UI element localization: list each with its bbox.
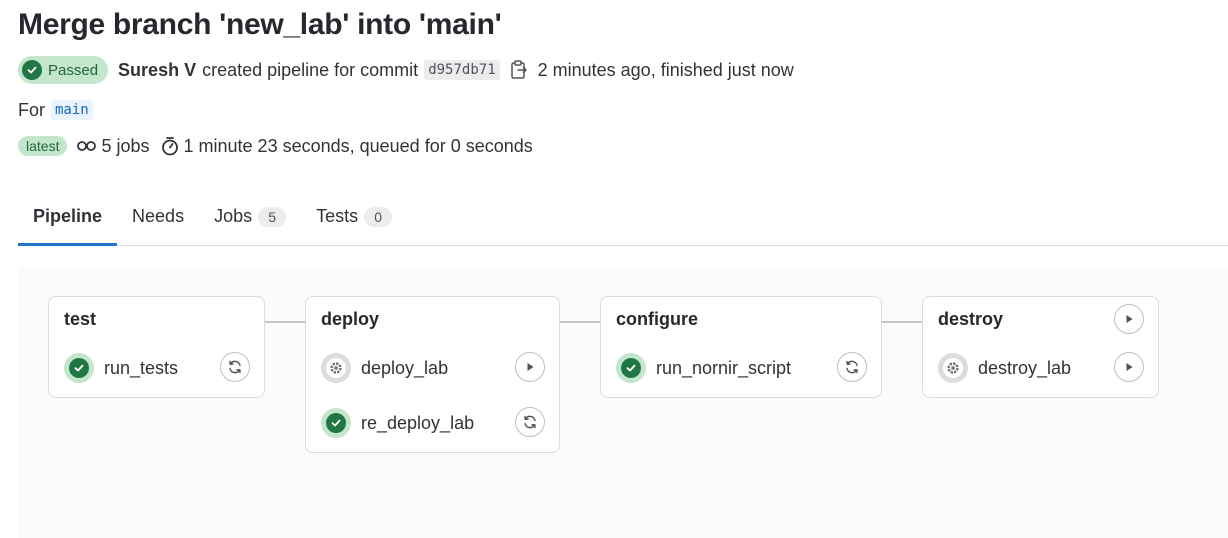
job-name: destroy_lab [978, 357, 1072, 378]
job-run-tests[interactable]: run_tests [64, 352, 178, 384]
gear-icon [938, 353, 968, 383]
time-text: 2 minutes ago, finished just now [537, 59, 794, 80]
pipeline-meta: Passed Suresh V created pipeline for com… [18, 56, 794, 84]
stage-deploy: deploy deploy_lab re_deploy_lab [305, 296, 560, 453]
copy-clipboard-icon[interactable] [510, 60, 528, 80]
stage-destroy: destroy destroy_lab [922, 296, 1159, 398]
status-badge-label: Passed [48, 61, 99, 79]
commit-sha-link[interactable]: d957db71 [424, 60, 500, 80]
tab-tests[interactable]: Tests 0 [301, 188, 407, 245]
stage-connector [560, 321, 600, 323]
page-title: Merge branch 'new_lab' into 'main' [18, 8, 502, 41]
job-deploy-lab[interactable]: deploy_lab [321, 352, 448, 384]
duration-text: 1 minute 23 seconds, queued for 0 second… [183, 135, 533, 156]
pipeline-info: latest 5 jobs 1 minute 23 seconds, queue… [18, 134, 543, 158]
created-text: created pipeline for commit [202, 59, 419, 80]
ref-link[interactable]: main [51, 100, 93, 120]
pipeline-tabs: Pipeline Needs Jobs 5 Tests 0 [18, 188, 1228, 246]
job-name: run_tests [104, 357, 179, 378]
stage-name: configure [616, 309, 699, 329]
tab-needs[interactable]: Needs [117, 188, 199, 245]
status-badge[interactable]: Passed [18, 56, 109, 84]
job-name: re_deploy_lab [361, 412, 475, 433]
tab-label: Tests [316, 206, 359, 226]
job-re-deploy-lab[interactable]: re_deploy_lab [321, 407, 474, 439]
stage-name: deploy [321, 309, 380, 329]
stage-test: test run_tests [48, 296, 265, 398]
timer-icon [160, 136, 180, 156]
jobs-count-text: 5 jobs [101, 135, 150, 156]
tab-label: Pipeline [33, 206, 103, 226]
tab-count-badge: 0 [364, 206, 393, 227]
tab-pipeline[interactable]: Pipeline [18, 188, 118, 246]
job-name: deploy_lab [361, 357, 449, 378]
stage-name: destroy [938, 309, 1004, 329]
for-label: For [18, 99, 45, 120]
tab-count-badge: 5 [258, 206, 287, 227]
status-success-icon [616, 353, 646, 383]
retry-icon[interactable] [515, 407, 545, 437]
status-success-icon [64, 353, 94, 383]
job-destroy-lab[interactable]: destroy_lab [938, 352, 1071, 384]
author-link[interactable]: Suresh V [118, 60, 196, 81]
stage-connector [882, 321, 922, 323]
stage-connector [265, 321, 305, 323]
ref-row: For main [18, 98, 93, 122]
play-icon[interactable] [515, 352, 545, 382]
retry-icon[interactable] [837, 352, 867, 382]
status-success-icon [321, 408, 351, 438]
latest-badge: latest [18, 136, 68, 156]
check-circle-icon [22, 60, 42, 80]
play-icon[interactable] [1114, 352, 1144, 382]
tab-label: Needs [132, 206, 185, 226]
stage-configure: configure run_nornir_script [600, 296, 882, 398]
tab-jobs[interactable]: Jobs 5 [199, 188, 301, 245]
pipeline-graph: test run_tests deploy deploy_lab re_depl [18, 266, 1228, 538]
pipeline-jobs-icon [77, 136, 97, 156]
retry-icon[interactable] [220, 352, 250, 382]
job-run-nornir-script[interactable]: run_nornir_script [616, 352, 791, 384]
stage-play-icon[interactable] [1114, 304, 1144, 334]
gear-icon [321, 353, 351, 383]
tab-label: Jobs [214, 206, 253, 226]
stage-name: test [64, 309, 97, 329]
job-name: run_nornir_script [656, 357, 792, 378]
